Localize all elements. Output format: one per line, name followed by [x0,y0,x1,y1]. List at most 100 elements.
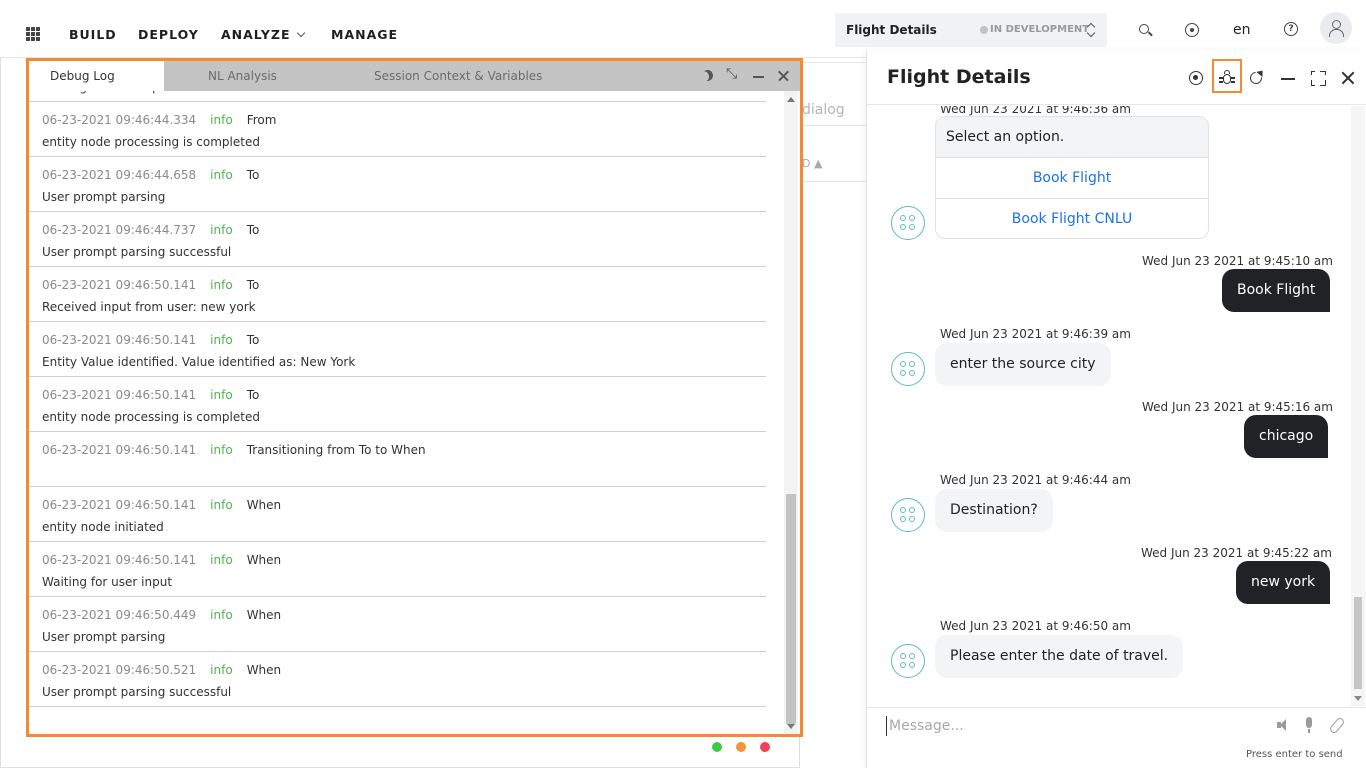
log-entry: 06-23-2021 09:46:44.737 info To User prompt… [29,212,766,267]
option-book-flight[interactable]: Book Flight [936,158,1208,199]
message-timestamp: Wed Jun 23 2021 at 9:46:36 am [940,106,1131,116]
debug-log-list: 06-23-2021 09:46:44.334 info To Waiting for… [29,91,784,734]
background-dialog-label: dialog [802,102,845,118]
log-message: Entity Value identified. Value identifie… [42,355,356,369]
log-message: Waiting for user input [42,575,173,589]
tab-debug-log[interactable]: Debug Log [29,61,164,91]
collapse-icon[interactable] [726,66,740,83]
message-timestamp: Wed Jun 23 2021 at 9:45:10 am [1142,254,1333,268]
user-avatar[interactable] [1320,12,1352,44]
log-node: To [246,168,260,182]
scrollbar-thumb[interactable] [1354,597,1362,689]
debug-panel: Debug Log NL Analysis Session Context & … [26,58,803,737]
divider [800,181,866,182]
log-node: To [246,388,260,402]
minimize-icon[interactable] [1280,70,1296,86]
close-icon[interactable] [777,69,791,83]
divider [800,125,866,126]
debug-tab-bar: Debug Log NL Analysis Session Context & … [29,61,800,91]
log-node: To [246,278,260,292]
log-level: info [210,333,233,347]
log-header: 06-23-2021 09:46:50.141 info To [42,333,259,347]
log-message: Received input from user: new york [42,300,256,314]
close-icon[interactable] [1340,70,1356,86]
option-book-flight-cnlu[interactable]: Book Flight CNLU [936,199,1208,238]
log-entry: 06-23-2021 09:46:50.141 info To Received in… [29,267,766,322]
bot-avatar-icon [891,206,925,240]
tab-session-context[interactable]: Session Context & Variables [374,61,542,91]
help-icon[interactable] [1283,22,1299,38]
log-timestamp: 06-23-2021 09:46:44.737 [42,223,197,237]
bot-message: enter the source city [935,343,1111,386]
log-level: info [210,443,233,457]
chat-scrollbar[interactable] [1351,106,1365,706]
speaker-mute-icon[interactable] [1275,717,1291,733]
log-entry: 06-23-2021 09:46:50.141 info To Entity Valu… [29,322,766,377]
bug-icon[interactable] [1219,70,1235,86]
message-input[interactable] [886,716,1246,736]
chat-title: Flight Details [887,66,1031,88]
apps-grid-icon[interactable] [26,27,40,41]
log-timestamp: 06-23-2021 09:46:44.334 [42,113,197,127]
log-timestamp: 06-23-2021 09:46:44.658 [42,168,197,182]
log-node: To [246,333,260,347]
log-level: info [210,663,233,677]
scrollbar-thumb[interactable] [786,494,796,724]
log-header: 06-23-2021 09:46:50.141 info When [42,498,281,512]
scroll-down-icon[interactable] [1354,696,1362,701]
background-sort-header[interactable]: D ▲ [802,157,822,170]
log-header: 06-23-2021 09:46:50.141 info Transitioning… [42,443,426,457]
log-timestamp: 06-23-2021 09:46:50.141 [42,498,197,512]
bot-selector[interactable]: Flight Details IN DEVELOPMENT [835,13,1107,47]
nav-manage[interactable]: MANAGE [331,27,398,42]
log-node: When [246,553,282,567]
scroll-up-icon[interactable] [787,97,795,102]
log-header: 06-23-2021 09:46:50.141 info To [42,388,259,402]
scroll-down-icon[interactable] [787,724,795,729]
up-down-chevron-icon [1086,22,1096,38]
bot-avatar-icon [891,644,925,678]
log-node: To [246,223,260,237]
refresh-icon[interactable] [1249,70,1265,86]
minimize-icon[interactable] [752,69,766,83]
record-icon[interactable] [1188,70,1204,86]
options-title: Select an option. [936,117,1208,158]
search-icon[interactable] [1137,22,1153,38]
bot-avatar-icon [891,498,925,532]
expand-icon[interactable] [1309,69,1327,87]
log-header: 06-23-2021 09:46:50.521 info When [42,663,281,677]
options-card: Select an option. Book Flight Book Fligh… [935,116,1209,239]
nav-analyze-label: ANALYZE [221,27,291,42]
chat-window: Flight Details Wed Jun 23 2021 at 9:46:3… [866,50,1366,768]
log-timestamp: 06-23-2021 09:46:50.141 [42,278,197,292]
attachment-icon[interactable] [1328,717,1344,733]
user-message: chicago [1244,415,1329,458]
message-composer: Press enter to send [867,707,1366,768]
microphone-icon[interactable] [1302,717,1318,733]
log-message: User prompt parsing successful [42,685,232,699]
debug-log-scrollbar[interactable] [784,91,798,734]
log-level: info [210,113,233,127]
log-entry: 06-23-2021 09:46:50.141 info When Waiting f… [29,542,766,597]
bot-name: Flight Details [846,23,937,37]
log-message: User prompt parsing successful [42,245,232,259]
log-entry: 06-23-2021 09:46:50.141 info Transitioning… [29,432,766,487]
nav-deploy[interactable]: DEPLOY [138,27,199,42]
log-entry: 06-23-2021 09:46:50.141 info When entity no… [29,487,766,542]
nav-build[interactable]: BUILD [69,27,117,42]
log-entry: 06-23-2021 09:46:44.334infoToWaiting for… [29,91,766,102]
nav-analyze[interactable]: ANALYZE [221,27,306,42]
log-timestamp: 06-23-2021 09:46:50.141 [42,388,197,402]
log-entry: 06-23-2021 09:46:50.449 info When User prom… [29,597,766,652]
language-selector[interactable]: en [1233,22,1251,38]
bot-message: Please enter the date of travel. [935,635,1184,678]
log-header: 06-23-2021 09:46:50.141 info When [42,553,281,567]
bot-avatar-icon [891,352,925,386]
log-timestamp: 06-23-2021 09:46:50.141 [42,443,197,457]
status-green-dot-icon [712,742,722,752]
log-entry: 06-23-2021 09:46:50.521 info When User prom… [29,652,766,707]
tab-nl-analysis[interactable]: NL Analysis [208,61,277,91]
log-header: 06-23-2021 09:46:44.737 info To [42,223,259,237]
record-icon[interactable] [1184,22,1200,38]
dark-mode-icon[interactable] [701,69,715,83]
